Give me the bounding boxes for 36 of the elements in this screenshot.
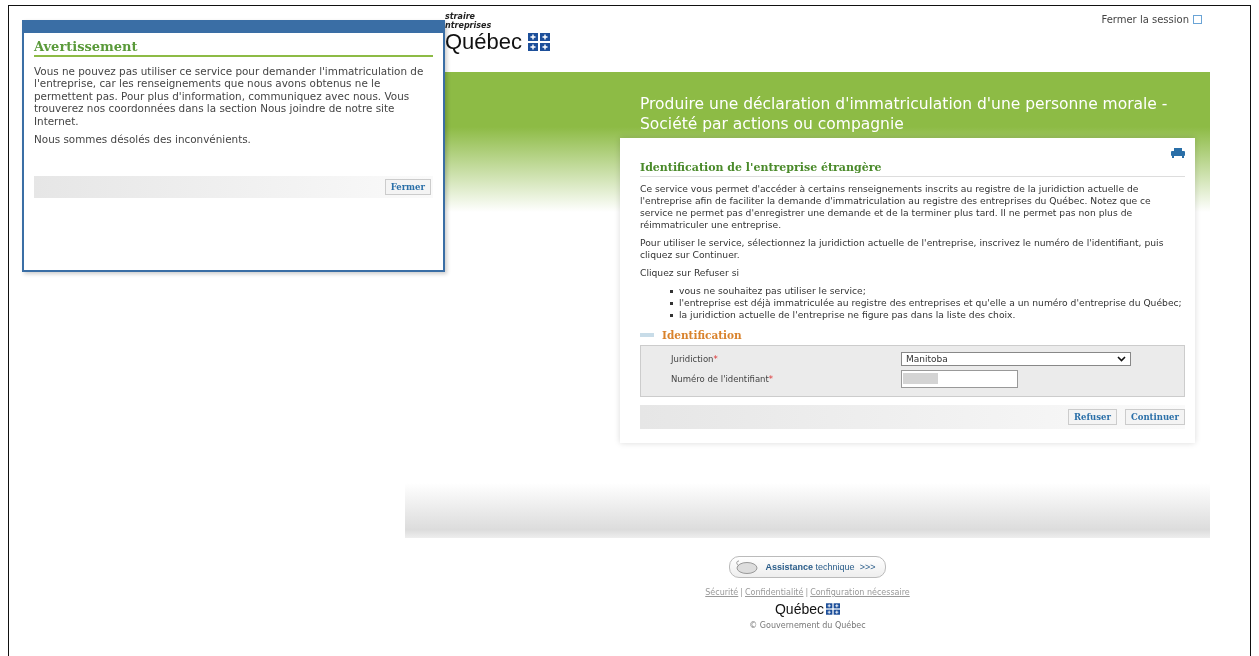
close-button[interactable]: Fermer [384,178,431,195]
assistance-button[interactable]: Assistance technique >>> [728,556,887,578]
dialog-message: Vous ne pouvez pas utiliser ce service pour demander l'immatriculation de l'entreprise, car les renseignements que nous avons obtenus ne le permettent pas. Pour plus d'information, communiquez avec nous. Vous trouverez nos coordonnées dans la section Nous joindre de notre site Internet. [34,64,425,127]
copyright-text: © Gouvernement du Québec [749,621,866,630]
chevron-icon [1117,356,1126,362]
form-button[interactable]: Refuser [1068,409,1117,425]
section-heading: Identification de l'entreprise étrangère [640,162,1185,177]
paragraph: Ce service vous permet d'accéder à certains renseignements inscrits au registre de la juridiction actuelle de l'entreprise afin de faciliter la demande d'immatriculation au registre des entreprises du Québec. Notez que ce service ne permet pas d'enregistrer une demande et de la terminer plus tard. Il ne permet pas non plus de réimmatriculer une entreprise. [640,183,1152,231]
logo-wordmark: Québec [445,30,523,54]
bullet-text: l'entreprise est déjà immatriculée au registre des entreprises et qu'elle a un numéro d'entreprise du Québec; [679,297,1182,309]
logout-link[interactable]: Fermer la session [1101,12,1202,26]
link-separator: | [805,588,809,597]
paragraph: Pour utiliser le service, sélectionnez la juridiction actuelle de l'entreprise, inscrivez le numéro de l'identifiant, puis cliquez sur Continuer. [640,237,1165,261]
footer-wordmark: Québec [774,601,824,617]
subsection-title: Identification [662,329,742,341]
form-button[interactable]: Continuer [1124,409,1185,425]
logo-text: ntreprises [445,21,493,30]
flag-icon [826,603,840,615]
footer-link[interactable]: Configuration nécessaire [810,588,910,597]
mouse-icon [733,560,758,574]
link-separator: | [740,588,743,597]
jurisdiction-select[interactable]: Manitoba [901,352,1131,366]
input-field[interactable] [901,370,1018,388]
dialog-title: Avertissement [34,41,433,57]
bullet-text: la juridiction actuelle de l'entreprise ne figure pas dans la liste des choix. [679,309,1016,321]
dialog-message: Nous sommes désolés des inconvénients. [34,133,252,146]
print-icon[interactable] [1171,148,1185,158]
footer-link[interactable]: Confidentialité [745,588,804,597]
field-label: Juridiction* [671,353,719,365]
bullet-text: vous ne souhaitez pas utiliser le service; [679,285,866,297]
paragraph: Cliquez sur Refuser si [640,267,741,279]
footer-link[interactable]: Sécurité [705,588,739,597]
flag-icon [528,33,551,51]
logo-text: straire [445,12,477,21]
field-label: Numéro de l'identifiant* [671,373,775,385]
page-title: Produire une déclaration d'immatriculation d'une personne morale - Société par actions ou compagnie [640,94,1169,134]
